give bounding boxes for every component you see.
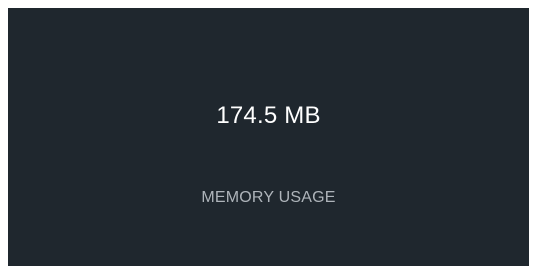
page: 174.5 MB MEMORY USAGE — [0, 0, 533, 275]
memory-usage-label: MEMORY USAGE — [201, 189, 336, 206]
memory-usage-card: 174.5 MB MEMORY USAGE — [8, 8, 529, 266]
memory-usage-value: 174.5 MB — [216, 102, 321, 129]
